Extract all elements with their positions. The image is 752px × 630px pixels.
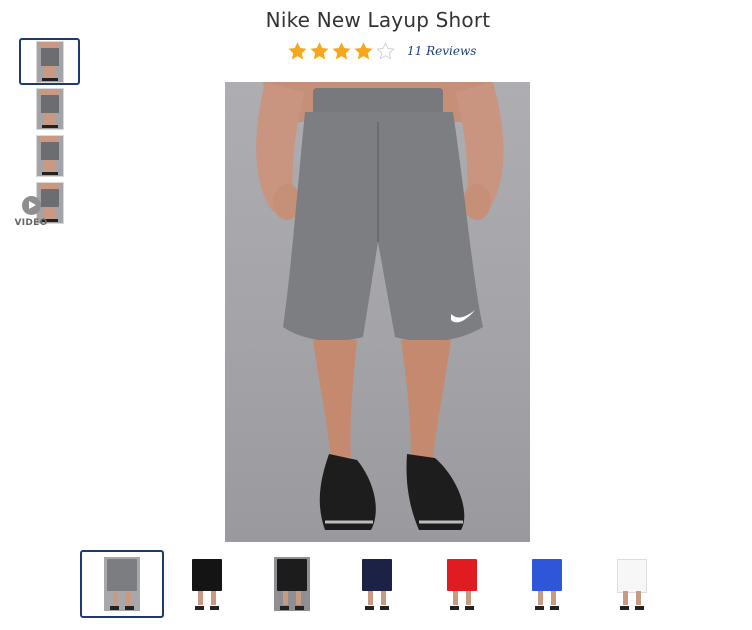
swatch-image <box>614 557 650 611</box>
thumbnail-image <box>35 40 64 83</box>
star-filled-icon <box>354 41 373 59</box>
video-label: VIDEO <box>14 218 48 228</box>
swatch-image <box>274 557 310 611</box>
swatch-navy[interactable] <box>335 550 419 618</box>
swatch-image <box>104 557 140 611</box>
thumb-view-back[interactable] <box>19 132 80 179</box>
thumb-view-front[interactable] <box>19 38 80 85</box>
swatch-image <box>444 557 480 611</box>
play-icon <box>21 196 41 215</box>
star-empty-icon <box>376 41 395 59</box>
star-rating[interactable] <box>288 41 398 61</box>
thumbnail-image <box>35 134 64 177</box>
star-filled-icon <box>332 41 351 59</box>
swatch-image <box>359 557 395 611</box>
star-filled-icon <box>310 41 329 59</box>
color-swatch-list <box>80 550 740 620</box>
star-filled-icon <box>288 41 307 59</box>
rating-row: 11 Reviews <box>288 41 476 61</box>
swatch-image <box>529 557 565 611</box>
swatch-black[interactable] <box>165 550 249 618</box>
swatch-image <box>189 557 225 611</box>
main-product-image[interactable] <box>225 82 530 542</box>
product-photo-illustration <box>256 82 504 530</box>
swatch-gray[interactable] <box>80 550 164 618</box>
video-button[interactable]: VIDEO <box>10 196 52 228</box>
product-title: Nike New Layup Short <box>265 8 491 32</box>
swatch-white[interactable] <box>590 550 674 618</box>
thumb-view-side[interactable] <box>19 85 80 132</box>
thumbnail-image <box>35 87 64 130</box>
reviews-link[interactable]: 11 Reviews <box>407 44 476 58</box>
swatch-black-red[interactable] <box>250 550 334 618</box>
swatch-red[interactable] <box>420 550 504 618</box>
swatch-royal[interactable] <box>505 550 589 618</box>
